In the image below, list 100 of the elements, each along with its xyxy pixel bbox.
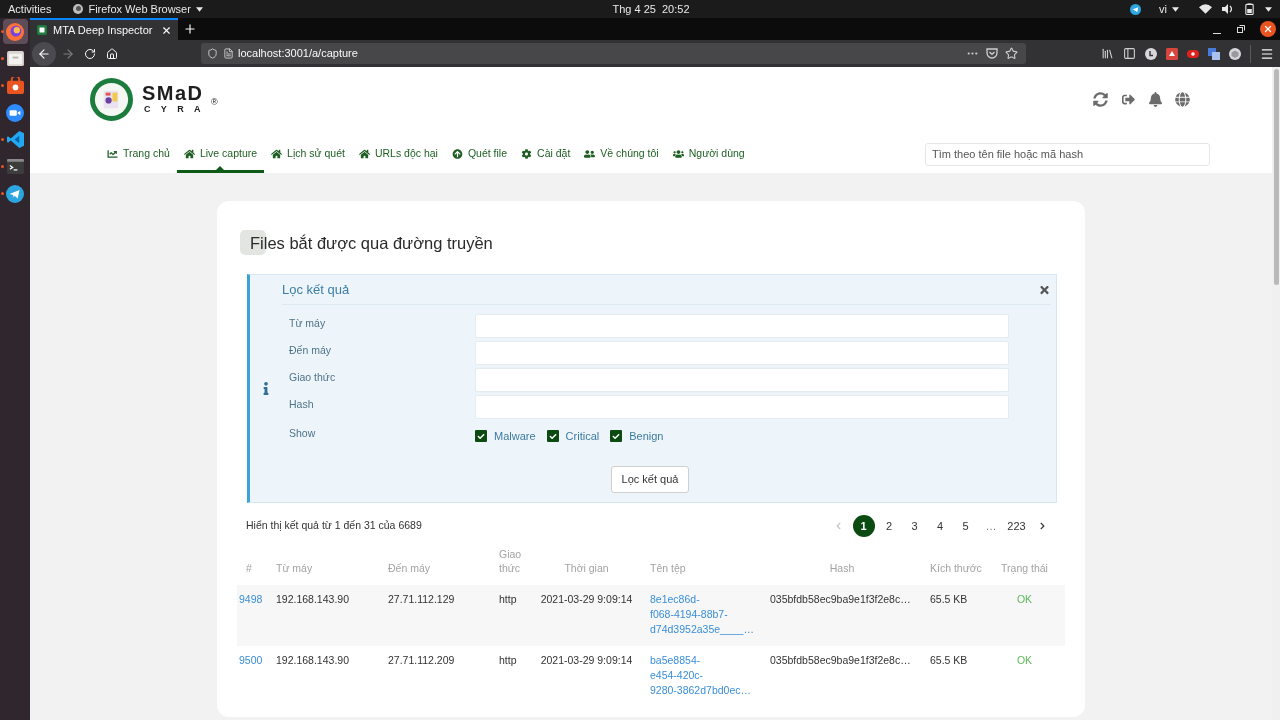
menu-icon[interactable]: [1260, 46, 1274, 61]
users-icon: [672, 149, 684, 159]
input-field[interactable]: [475, 368, 1009, 392]
page-button[interactable]: 1: [852, 515, 875, 537]
field-label: Đến máy: [289, 343, 332, 359]
checkbox[interactable]: [475, 430, 487, 442]
shopping-bag-icon: [6, 77, 24, 94]
settings-icon: [521, 149, 533, 159]
home-icon: [358, 149, 370, 159]
language-code: vi: [1159, 1, 1167, 17]
nav-tab[interactable]: Quét file: [444, 135, 515, 173]
video-camera-icon: [6, 103, 24, 122]
table-cell: 27.71.112.209: [388, 654, 455, 666]
sidebar-icon[interactable]: [1123, 47, 1136, 60]
chart-line-icon: [107, 149, 118, 159]
field-label: Giao thức: [289, 370, 337, 386]
table-cell: 65.5 KB: [930, 593, 968, 605]
results-summary: Hiển thị kết quả từ 1 đến 31 của 6689: [245, 518, 422, 534]
triangle-tile-icon[interactable]: [1166, 47, 1178, 60]
restore-button[interactable]: [1236, 24, 1246, 34]
logo-tagline: CYRA: [143, 104, 211, 115]
home-icon: [106, 47, 118, 60]
nav-tab[interactable]: Cài đặt: [514, 135, 578, 173]
nav-tab[interactable]: Về chúng tôi: [577, 135, 666, 173]
checkbox[interactable]: [610, 430, 623, 442]
checkbox-label: Critical: [565, 428, 600, 444]
filter-button[interactable]: Lọc kết quả: [611, 466, 689, 493]
table-cell: http: [499, 654, 517, 666]
field-label: Show: [289, 426, 317, 442]
input-field[interactable]: [475, 395, 1009, 419]
input-field[interactable]: [475, 314, 1009, 338]
browser-tab[interactable]: MTA Deep Inspector: [30, 18, 178, 40]
column-header: Từ máy: [276, 562, 313, 574]
table-cell: 035bfdb58ec9ba9e1f3f2e8c…: [770, 593, 911, 605]
caret-icon: [1172, 6, 1179, 12]
nav-tab[interactable]: Người dùng: [665, 135, 752, 173]
close-button[interactable]: [1038, 283, 1050, 296]
star-icon: [1005, 47, 1018, 60]
library-icon[interactable]: [1101, 47, 1114, 60]
table-cell: 27.71.112.129: [388, 593, 455, 605]
logout-icon[interactable]: [1121, 92, 1136, 106]
activities-button[interactable]: Activities: [8, 0, 52, 18]
table-cell: http: [499, 593, 517, 605]
table-cell: 035bfdb58ec9ba9e1f3f2e8c…: [770, 654, 911, 666]
browser-icon: [6, 22, 24, 41]
check-icon: [548, 432, 557, 440]
refresh-icon[interactable]: [1093, 91, 1108, 107]
nav-tab[interactable]: URLs độc hại: [351, 135, 445, 173]
dock-item[interactable]: [2, 19, 28, 44]
page-ellipsis: …: [984, 518, 998, 534]
overlapping-squares-icon[interactable]: [1208, 47, 1220, 60]
close-window-button[interactable]: [1260, 21, 1276, 37]
check-icon: [612, 432, 621, 440]
checkbox[interactable]: [546, 430, 559, 442]
bell-icon[interactable]: [1149, 91, 1162, 107]
app-menu[interactable]: Firefox Web Browser: [73, 0, 203, 18]
upload-icon: [451, 149, 463, 159]
address-field[interactable]: localhost:3001/a/capture: [201, 43, 1026, 64]
home-icon: [271, 149, 283, 159]
code-editor-icon: [6, 131, 24, 148]
nav-tab[interactable]: Lịch sử quét: [264, 135, 352, 173]
restore-icon: [1237, 25, 1245, 33]
search-field[interactable]: Tìm theo tên file hoặc mã hash: [925, 142, 1210, 166]
clock[interactable]: Thg 4 25 20:52: [612, 0, 690, 18]
row-id-link[interactable]: 9500: [239, 654, 263, 666]
scrollbar-thumb[interactable]: [1273, 69, 1279, 285]
check-icon: [477, 432, 485, 440]
volume-icon: [1222, 4, 1234, 14]
status-text: OK: [1016, 654, 1033, 666]
nav-tab[interactable]: Trang chủ: [100, 135, 177, 173]
back-button[interactable]: [32, 41, 56, 66]
pocket-icon: [986, 48, 998, 59]
favicon-icon: [37, 25, 47, 35]
registered-mark: ®: [210, 97, 218, 107]
page-icon: [223, 48, 234, 59]
close-tab-button[interactable]: [160, 24, 172, 36]
close-icon: [160, 24, 172, 36]
language-menu[interactable]: vi: [1159, 0, 1179, 18]
battery-icon: [1244, 3, 1255, 15]
info-icon: [263, 382, 269, 395]
logo-emblem-icon: [90, 77, 133, 121]
app-icon: [73, 4, 84, 14]
table-cell: 65.5 KB: [930, 654, 968, 666]
filter-title: Lọc kết quả: [282, 280, 350, 299]
close-icon: [1263, 24, 1273, 34]
file-name-link[interactable]: ba5e8854- e454-420c- 9280-3862d7bd0ec…: [650, 653, 751, 698]
paper-plane-icon: [6, 184, 24, 203]
wifi-icon: [1199, 4, 1212, 14]
input-field[interactable]: [475, 341, 1009, 365]
field-label: Hash: [289, 397, 315, 413]
table-cell: 192.168.143.90: [276, 654, 349, 666]
app-name: Firefox Web Browser: [88, 2, 191, 17]
globe-icon[interactable]: [1175, 91, 1190, 107]
column-header: Trạng thái: [1001, 562, 1048, 574]
hexagon-icon[interactable]: [1229, 47, 1241, 60]
column-header: Đến máy: [388, 562, 430, 574]
status-text: OK: [1016, 593, 1033, 605]
column-header: Hash: [829, 562, 855, 574]
clock-icon[interactable]: [1145, 47, 1157, 60]
record-icon[interactable]: [1187, 49, 1199, 58]
